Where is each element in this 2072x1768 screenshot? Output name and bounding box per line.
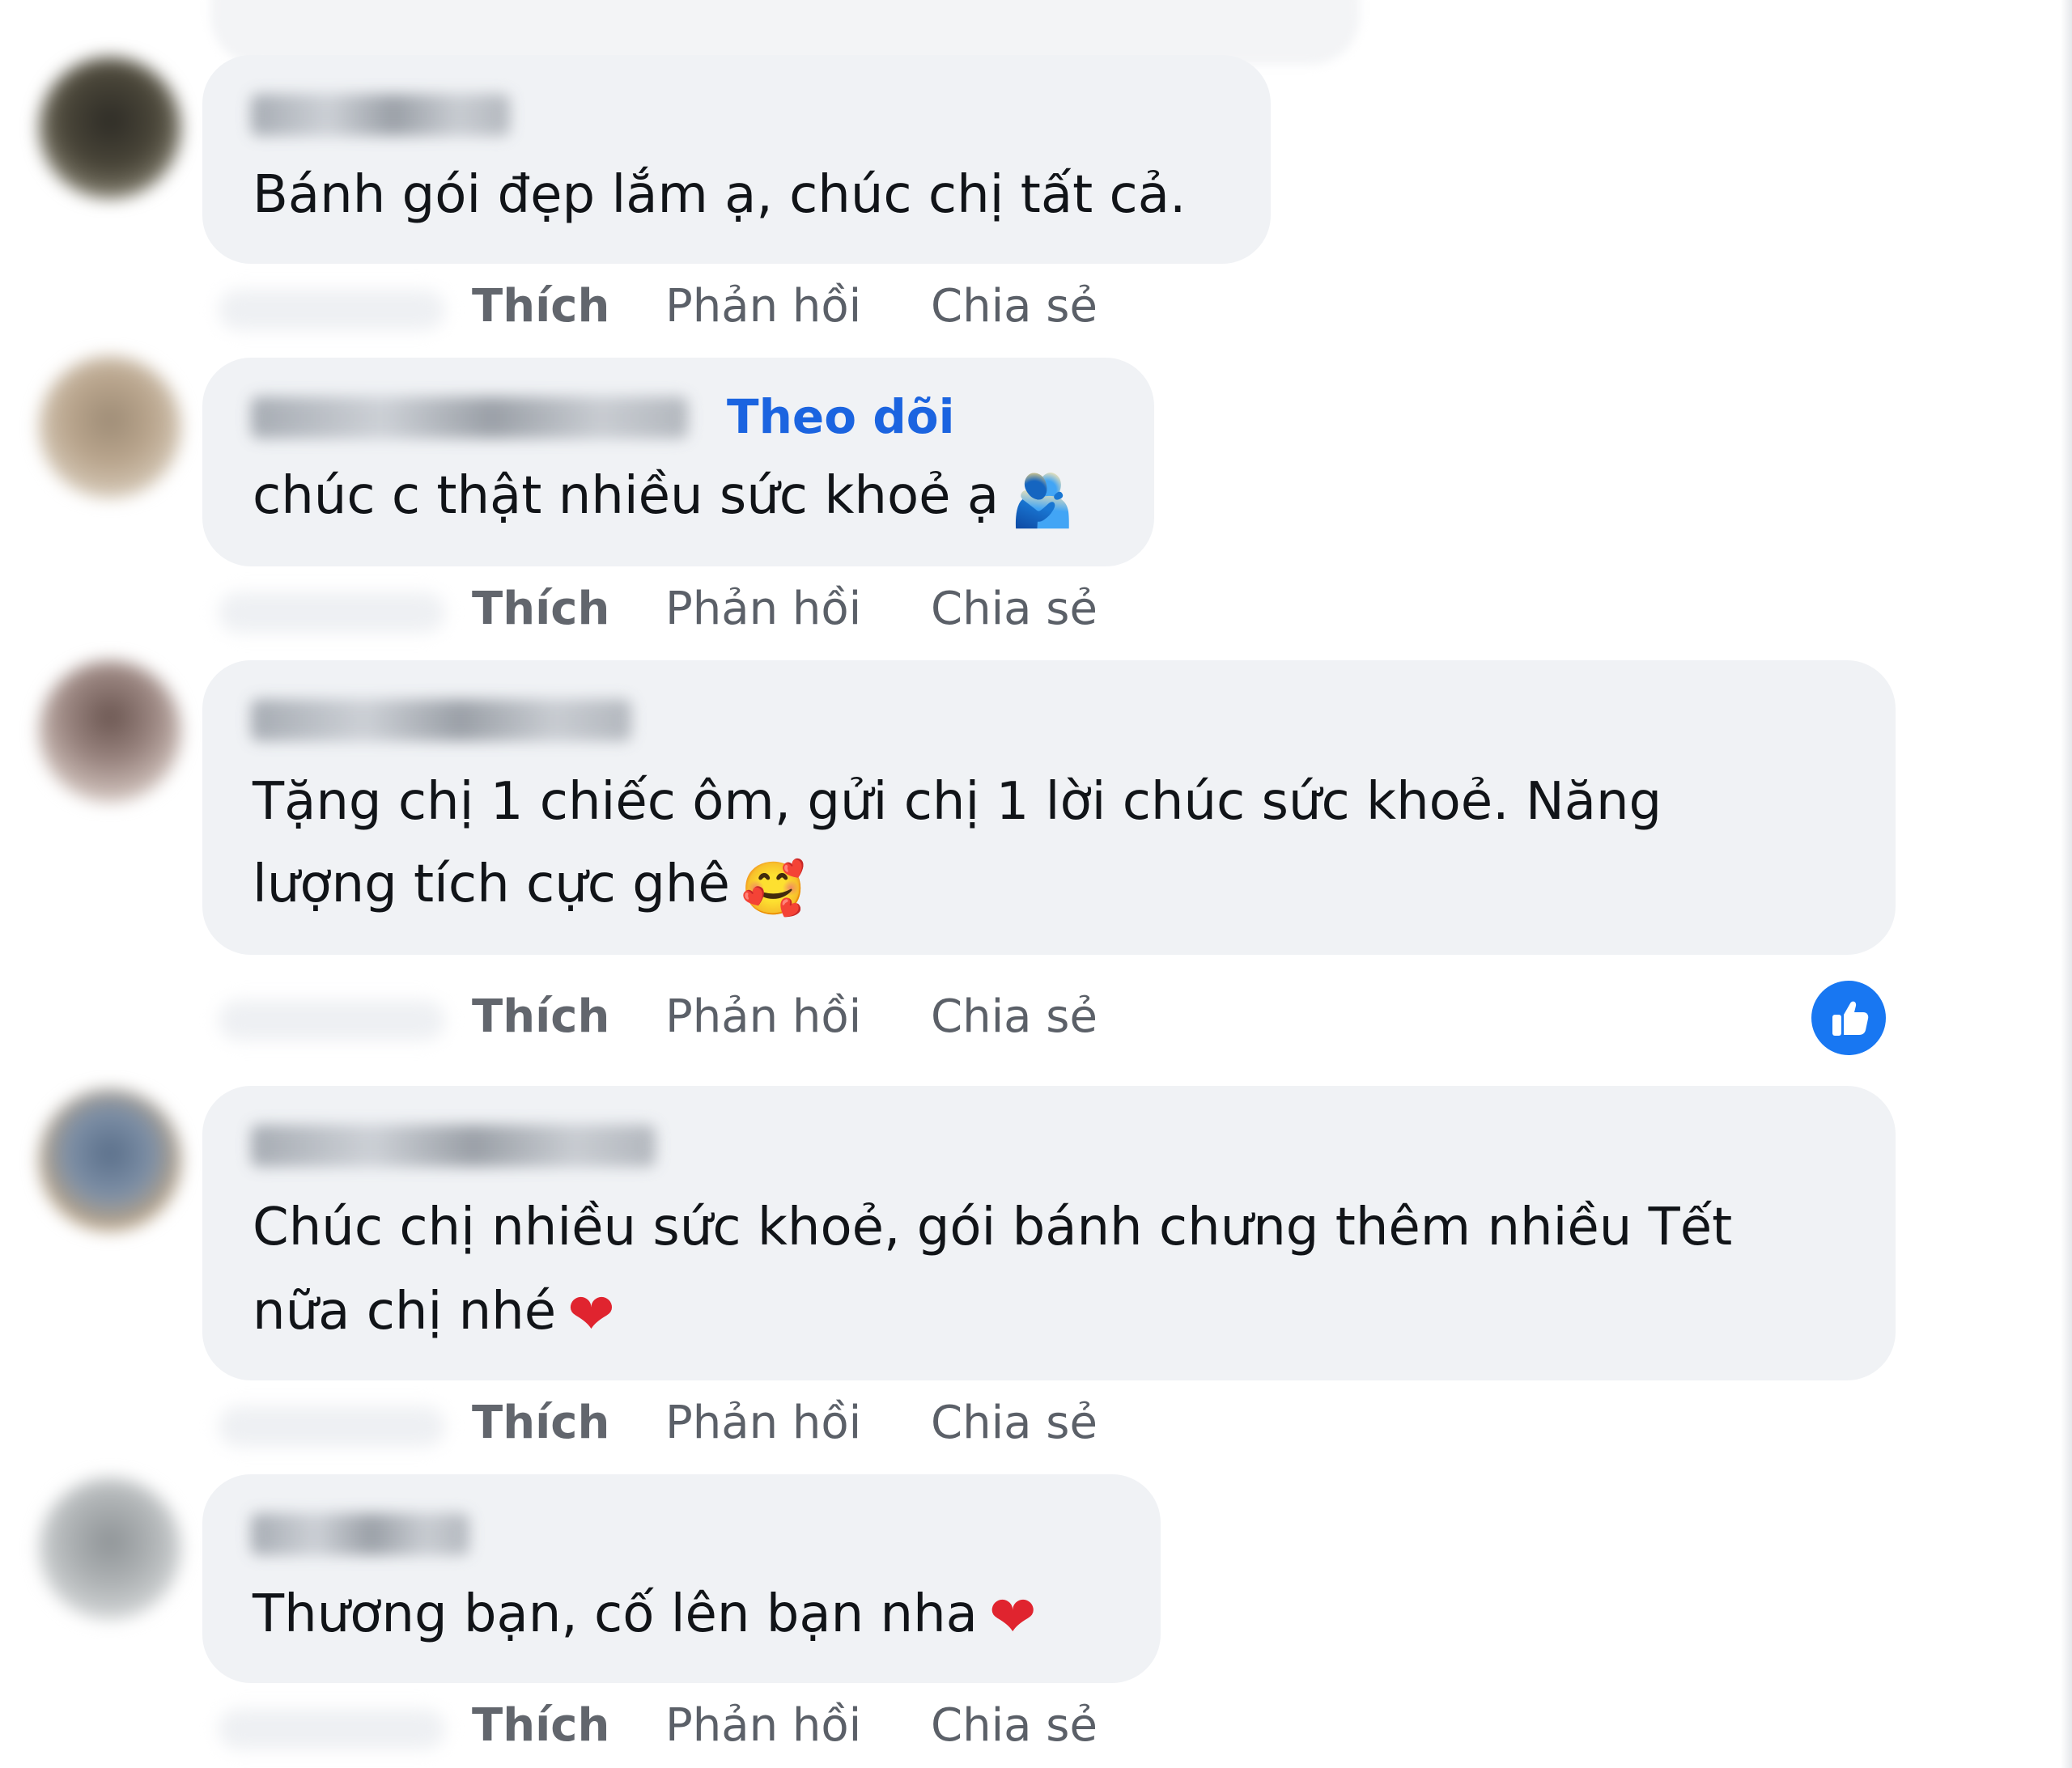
comment-actions: Thích Phản hồi Chia sẻ xyxy=(0,1395,2072,1452)
red-heart-emoji-icon: ❤ xyxy=(988,1584,1037,1650)
comment-text-line-1: Chúc chị nhiều sức khoẻ, gói bánh chưng … xyxy=(253,1198,1733,1257)
like-button[interactable]: Thích xyxy=(472,581,609,638)
comment-thread: Bánh gói đẹp lắm ạ, chúc chị tất cả. Thí… xyxy=(0,0,2072,1768)
comment-actions: Thích Phản hồi Chia sẻ xyxy=(0,981,2072,1055)
share-button[interactable]: Chia sẻ xyxy=(931,278,1098,335)
avatar[interactable] xyxy=(39,356,181,498)
comment-bubble: Thương bạn, cố lên bạn nha ❤ xyxy=(202,1474,1161,1683)
comment-text: lượng tích cực ghê xyxy=(253,854,730,914)
like-button[interactable]: Thích xyxy=(472,278,609,335)
comment-text: Bánh gói đẹp lắm ạ, chúc chị tất cả. xyxy=(253,165,1187,225)
comment-text-line-1: Tặng chị 1 chiếc ôm, gửi chị 1 lời chúc … xyxy=(253,772,1662,832)
comment-text-line: chúc c thật nhiều sức khoẻ ạ 🫂 xyxy=(253,455,1075,537)
commenter-name-blurred[interactable] xyxy=(251,396,688,439)
comment-text-line-2: nữa chị nhé ❤ xyxy=(253,1270,615,1353)
timestamp-blurred[interactable] xyxy=(219,592,445,633)
commenter-name-blurred[interactable] xyxy=(251,1125,656,1167)
red-heart-emoji-icon: ❤ xyxy=(567,1281,615,1347)
avatar[interactable] xyxy=(39,1089,181,1232)
avatar[interactable] xyxy=(39,1478,181,1620)
reply-button[interactable]: Phản hồi xyxy=(665,1698,861,1754)
scrollbar-edge xyxy=(2061,0,2072,1768)
reply-button[interactable]: Phản hồi xyxy=(665,581,861,638)
comment-text: nữa chị nhé xyxy=(253,1282,557,1342)
hug-emoji-icon: 🫂 xyxy=(1010,471,1075,531)
comment-actions: Thích Phản hồi Chia sẻ xyxy=(0,581,2072,638)
comment-bubble: Tặng chị 1 chiếc ôm, gửi chị 1 lời chúc … xyxy=(202,660,1896,955)
avatar[interactable] xyxy=(39,660,181,803)
timestamp-blurred[interactable] xyxy=(219,1000,445,1041)
timestamp-blurred[interactable] xyxy=(219,290,445,330)
like-button[interactable]: Thích xyxy=(472,989,609,1045)
like-thumb-icon[interactable] xyxy=(1811,981,1886,1055)
comment-text: chúc c thật nhiều sức khoẻ ạ xyxy=(253,466,1000,526)
commenter-name-blurred[interactable] xyxy=(251,699,631,741)
smiling-hearts-emoji-icon: 🥰 xyxy=(741,859,806,919)
comment-bubble: Bánh gói đẹp lắm ạ, chúc chị tất cả. xyxy=(202,55,1271,264)
comment-actions: Thích Phản hồi Chia sẻ xyxy=(0,1698,2072,1754)
comment-text: Thương bạn, cố lên bạn nha xyxy=(253,1584,978,1644)
reply-button[interactable]: Phản hồi xyxy=(665,1395,861,1452)
comment-actions: Thích Phản hồi Chia sẻ xyxy=(0,278,2072,335)
timestamp-blurred[interactable] xyxy=(219,1709,445,1749)
reply-button[interactable]: Phản hồi xyxy=(665,989,861,1045)
like-button[interactable]: Thích xyxy=(472,1395,609,1452)
share-button[interactable]: Chia sẻ xyxy=(931,581,1098,638)
share-button[interactable]: Chia sẻ xyxy=(931,1698,1098,1754)
commenter-name-blurred[interactable] xyxy=(251,94,510,136)
share-button[interactable]: Chia sẻ xyxy=(931,1395,1098,1452)
share-button[interactable]: Chia sẻ xyxy=(931,989,1098,1045)
like-button[interactable]: Thích xyxy=(472,1698,609,1754)
comment-text-line-2: lượng tích cực ghê 🥰 xyxy=(253,843,806,926)
comment-text-line: Thương bạn, cố lên bạn nha ❤ xyxy=(253,1573,1037,1656)
reply-button[interactable]: Phản hồi xyxy=(665,278,861,335)
commenter-name-blurred[interactable] xyxy=(251,1513,469,1555)
avatar[interactable] xyxy=(39,57,181,199)
comment-bubble: Chúc chị nhiều sức khoẻ, gói bánh chưng … xyxy=(202,1086,1896,1380)
timestamp-blurred[interactable] xyxy=(219,1406,445,1447)
comment-bubble: Theo dõi chúc c thật nhiều sức khoẻ ạ 🫂 xyxy=(202,358,1154,566)
follow-link[interactable]: Theo dõi xyxy=(727,393,954,440)
